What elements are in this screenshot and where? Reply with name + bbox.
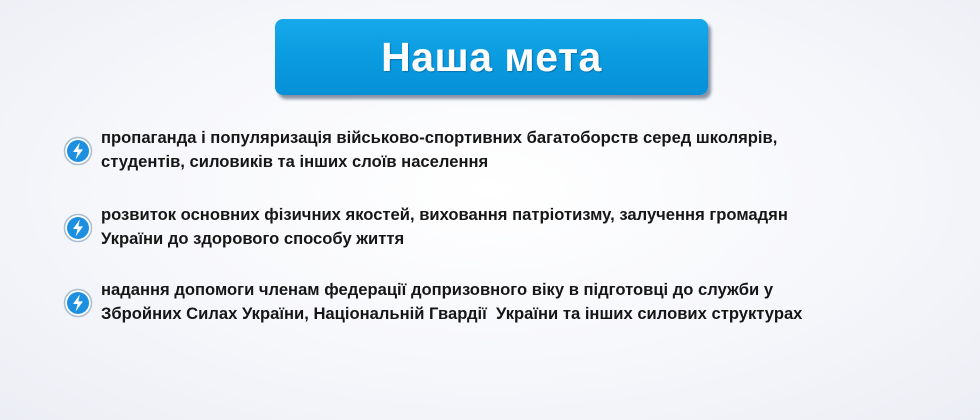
goal-text-line: розвиток основних фізичних якостей, вихо…	[101, 205, 788, 224]
lightning-bolt-icon	[63, 288, 93, 318]
goal-item: розвиток основних фізичних якостей, вихо…	[63, 203, 788, 251]
goal-text: пропаганда і популяризація військово-спо…	[101, 126, 777, 174]
goal-text-line: студентів, силовиків та інших слоїв насе…	[101, 152, 489, 171]
goal-text-line: Збройних Силах України, Національній Гва…	[101, 304, 803, 323]
goal-text-line: надання допомоги членам федерації доприз…	[101, 280, 774, 299]
title-banner: Наша мета	[275, 19, 708, 95]
goal-text-line: України до здорового способу життя	[101, 229, 405, 248]
lightning-bolt-icon	[63, 213, 93, 243]
lightning-bolt-icon	[63, 136, 93, 166]
goal-text: розвиток основних фізичних якостей, вихо…	[101, 203, 788, 251]
goal-item: надання допомоги членам федерації доприз…	[63, 278, 802, 326]
goal-text: надання допомоги членам федерації доприз…	[101, 278, 802, 326]
goal-item: пропаганда і популяризація військово-спо…	[63, 126, 777, 174]
goal-text-line: пропаганда і популяризація військово-спо…	[101, 128, 778, 147]
page-title: Наша мета	[381, 33, 602, 80]
